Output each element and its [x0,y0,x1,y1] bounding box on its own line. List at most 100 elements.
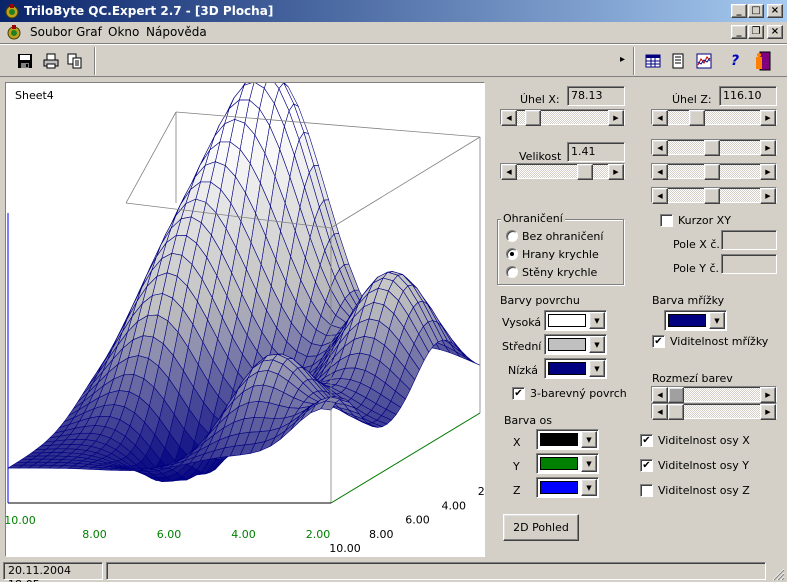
menu-okno[interactable]: Okno [108,25,139,39]
three-color-label[interactable]: 3-barevný povrch [530,387,627,400]
color-range-slider-top[interactable]: ◀ ▶ [651,386,777,403]
slider-thumb[interactable] [704,164,720,180]
angle-x-slider[interactable]: ◀ ▶ [500,109,625,126]
axis-z-visibility-label[interactable]: Viditelnost osy Z [658,484,750,497]
slider-thumb[interactable] [668,404,684,420]
axis-x-visibility-checkbox[interactable]: ✔ [640,434,653,447]
axis-x-color-combo[interactable]: ▼ [536,429,599,450]
scroll-left-arrow-icon[interactable]: ◀ [652,188,668,204]
right-slider-3[interactable]: ◀ ▶ [651,187,777,204]
scroll-right-arrow-icon[interactable]: ▶ [760,164,776,180]
dropdown-arrow-icon[interactable]: ▼ [581,479,597,496]
title-bar[interactable]: TriloByte QC.Expert 2.7 - [3D Plocha] _ … [0,0,787,22]
mdi-minimize-button[interactable]: _ [731,25,747,39]
slider-thumb[interactable] [577,164,593,180]
scroll-left-arrow-icon[interactable]: ◀ [652,387,668,403]
slider-thumb[interactable] [525,110,541,126]
scroll-right-arrow-icon[interactable]: ▶ [760,110,776,126]
boundary-edges-label[interactable]: Hrany krychle [522,248,599,261]
dropdown-arrow-icon[interactable]: ▼ [581,431,597,448]
three-color-checkbox[interactable]: ✔ [512,387,525,400]
mdi-restore-button[interactable]: ❐ [748,25,764,39]
dropdown-arrow-icon[interactable]: ▼ [581,455,597,472]
scroll-right-arrow-icon[interactable]: ▶ [760,404,776,420]
surface-plot[interactable]: 10.00 8.00 6.00 4.00 2.00 10.00 8.00 6.00 4.00 2… [6,83,484,556]
field-x-input[interactable] [721,230,777,250]
resize-grip-icon[interactable] [771,567,785,581]
scroll-right-arrow-icon[interactable]: ▶ [608,110,624,126]
save-button[interactable] [14,50,36,72]
graphs-button[interactable] [693,50,715,72]
dropdown-arrow-icon[interactable]: ▼ [589,360,605,377]
grid-color-combo[interactable]: ▼ [664,310,727,331]
right-slider-2[interactable]: ◀ ▶ [651,163,777,180]
color-range-slider-bottom[interactable]: ◀ ▶ [651,403,777,420]
menu-napoveda[interactable]: Nápověda [146,25,207,39]
protocol-button[interactable] [667,50,689,72]
help-button[interactable]: ? [724,50,746,72]
size-field[interactable]: 1.41 [567,142,625,162]
plot-panel[interactable]: Sheet4 10.00 8.00 6.00 4.00 2.00 10.00 8.00 6.… [5,82,485,557]
grid-visibility-checkbox[interactable]: ✔ [652,335,665,348]
boundary-edges-radio[interactable] [506,248,518,260]
menu-soubor[interactable]: Soubor [30,25,72,39]
angle-x-field[interactable]: 78.13 [567,86,625,106]
app-icon[interactable] [4,3,20,19]
maximize-button[interactable]: □ [748,4,764,18]
angle-z-field[interactable]: 116.10 [719,86,777,106]
dropdown-arrow-icon[interactable]: ▼ [709,312,725,329]
copy-button[interactable] [64,50,86,72]
boundary-none-label[interactable]: Bez ohraničení [522,230,603,243]
axis-y-visibility-checkbox[interactable]: ✔ [640,459,653,472]
axis-z-color-combo[interactable]: ▼ [536,477,599,498]
color-low-combo[interactable]: ▼ [544,358,607,379]
view-2d-button[interactable]: 2D Pohled [503,514,579,541]
field-x-label: Pole X č. [673,238,720,251]
field-y-input[interactable] [721,254,777,274]
angle-z-slider[interactable]: ◀ ▶ [651,109,777,126]
document-app-icon[interactable] [6,24,22,40]
slider-thumb[interactable] [704,188,720,204]
dropdown-arrow-icon[interactable]: ▼ [589,336,605,353]
slider-thumb[interactable] [689,110,705,126]
axis-x-color-label: X [513,436,521,449]
scroll-right-arrow-icon[interactable]: ▶ [608,164,624,180]
scroll-right-arrow-icon[interactable]: ▶ [760,140,776,156]
size-slider[interactable]: ◀ ▶ [500,163,625,180]
scroll-left-arrow-icon[interactable]: ◀ [652,140,668,156]
axis-y-visibility-label[interactable]: Viditelnost osy Y [658,459,749,472]
scroll-right-arrow-icon[interactable]: ▶ [760,188,776,204]
mdi-close-button[interactable]: × [767,25,783,39]
table-button[interactable] [642,50,664,72]
scroll-left-arrow-icon[interactable]: ◀ [652,164,668,180]
scroll-left-arrow-icon[interactable]: ◀ [501,110,517,126]
axis-x-visibility-label[interactable]: Viditelnost osy X [658,434,750,447]
scroll-right-arrow-icon[interactable]: ▶ [760,387,776,403]
minimize-button[interactable]: _ [731,4,747,18]
boundary-walls-label[interactable]: Stěny krychle [522,266,597,279]
cursor-xy-checkbox[interactable] [660,214,673,227]
axis-z-visibility-checkbox[interactable] [640,484,653,497]
axis-y-color-combo[interactable]: ▼ [536,453,599,474]
grid-visibility-label[interactable]: Viditelnost mřížky [670,335,768,348]
scroll-left-arrow-icon[interactable]: ◀ [652,404,668,420]
close-button[interactable]: × [767,4,783,18]
exit-button[interactable] [752,50,774,72]
toolbar-separator-right [633,47,635,75]
menu-graf[interactable]: Graf [76,25,102,39]
cursor-xy-label[interactable]: Kurzor XY [678,214,731,227]
slider-thumb[interactable] [668,387,684,403]
right-slider-1[interactable]: ◀ ▶ [651,139,777,156]
scroll-left-arrow-icon[interactable]: ◀ [652,110,668,126]
color-mid-combo[interactable]: ▼ [544,334,607,355]
grid-color-swatch [668,314,706,327]
color-high-combo[interactable]: ▼ [544,310,607,331]
slider-thumb[interactable] [704,140,720,156]
axis-y-color-label: Y [513,460,520,473]
boundary-walls-radio[interactable] [506,266,518,278]
dropdown-arrow-icon[interactable]: ▼ [589,312,605,329]
toolbar-overflow-arrow[interactable]: ▸ [620,54,625,65]
scroll-left-arrow-icon[interactable]: ◀ [501,164,517,180]
print-button[interactable] [40,50,62,72]
boundary-none-radio[interactable] [506,230,518,242]
